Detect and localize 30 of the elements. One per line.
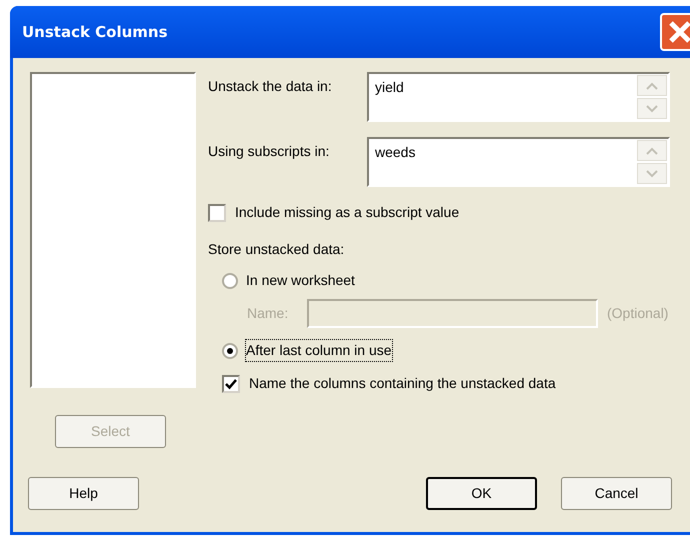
help-button[interactable]: Help [28,477,139,510]
radio-label: After last column in use [246,340,392,361]
chevron-up-icon [646,82,658,90]
close-button[interactable] [660,13,690,51]
section-label: Store unstacked data: [208,241,344,257]
checkbox-label: Include missing as a subscript value [235,203,460,222]
field-label: Using subscripts in: [208,142,330,161]
cancel-button[interactable]: Cancel [561,477,672,510]
radio-button[interactable] [222,272,238,288]
input-field[interactable]: yield [367,72,670,122]
hint-text: (Optional) [607,304,668,323]
checkbox[interactable] [222,374,240,392]
checkbox-label: Name the columns containing the unstacked data [249,374,556,393]
window-title: Unstack Columns [22,22,168,43]
field-label: Name: [247,304,290,323]
scroll-down-button[interactable] [637,163,667,184]
radio-label: In new worksheet [246,271,355,290]
close-icon [667,19,690,45]
chevron-up-icon [646,146,658,154]
scroll-down-button[interactable] [637,98,667,119]
input-field[interactable] [307,299,598,328]
scroll-up-button[interactable] [637,140,667,161]
checkbox[interactable] [208,204,226,222]
field-label: Unstack the data in: [208,77,333,96]
chevron-down-icon [646,104,658,112]
input-field[interactable]: weeds [367,137,670,187]
chevron-down-icon [646,170,658,178]
ok-button[interactable]: OK [426,477,537,510]
scroll-up-button[interactable] [637,75,667,96]
radio-button[interactable] [222,342,238,358]
